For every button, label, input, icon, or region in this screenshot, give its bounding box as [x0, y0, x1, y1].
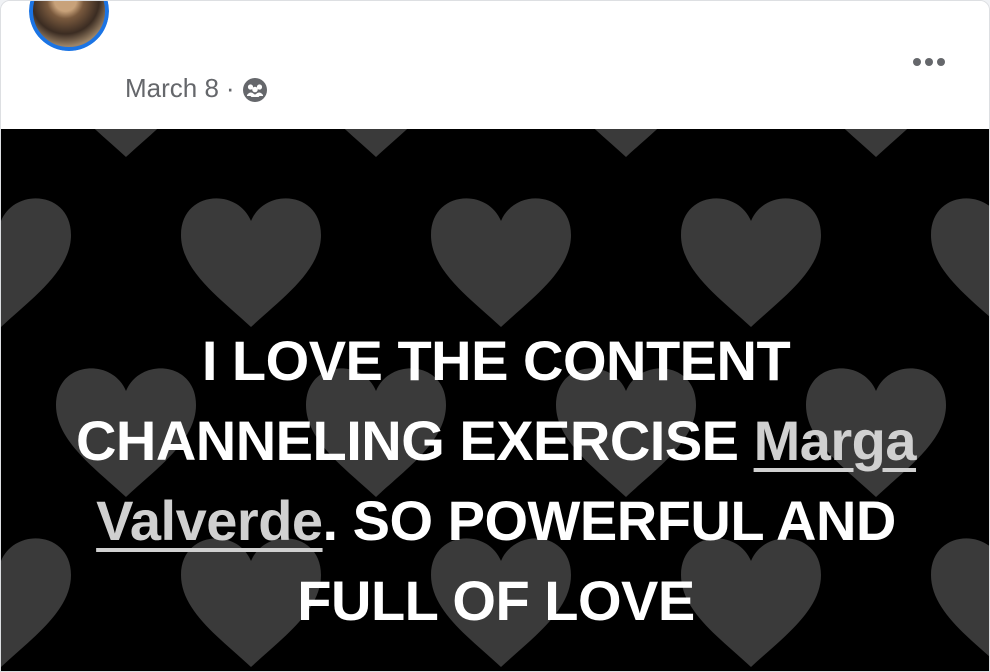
- more-options-button[interactable]: [907, 49, 951, 75]
- post-text-line-1: I LOVE THE CONTENT: [201, 329, 791, 392]
- mention-link-part-2[interactable]: Valverde: [96, 489, 323, 552]
- post-date[interactable]: March 8: [125, 73, 219, 104]
- friends-audience-icon[interactable]: [242, 77, 268, 103]
- more-options-icon-dot: [937, 58, 945, 66]
- meta-separator: ·: [225, 72, 235, 103]
- post-card: March 8 · I LOVE THE CONTENT CHANNELING …: [0, 0, 990, 672]
- avatar-container[interactable]: [21, 1, 121, 77]
- post-text-segment: . SO POWERFUL AND: [322, 489, 897, 552]
- more-options-icon: [913, 58, 921, 66]
- post-header: March 8 ·: [1, 1, 989, 129]
- mention-link-part-1[interactable]: Marga: [754, 409, 917, 472]
- post-text-line-4: FULL OF LOVE: [297, 569, 695, 632]
- post-text-segment: CHANNELING EXERCISE: [75, 409, 754, 472]
- more-options-icon-dot: [925, 58, 933, 66]
- post-text-line-3: Valverde. SO POWERFUL AND: [41, 481, 951, 561]
- post-image[interactable]: I LOVE THE CONTENT CHANNELING EXERCISE M…: [1, 129, 989, 671]
- post-text-line-2: CHANNELING EXERCISE Marga: [41, 401, 951, 481]
- avatar[interactable]: [29, 1, 109, 51]
- post-meta: March 8 ·: [125, 71, 268, 105]
- post-text: I LOVE THE CONTENT CHANNELING EXERCISE M…: [41, 321, 951, 641]
